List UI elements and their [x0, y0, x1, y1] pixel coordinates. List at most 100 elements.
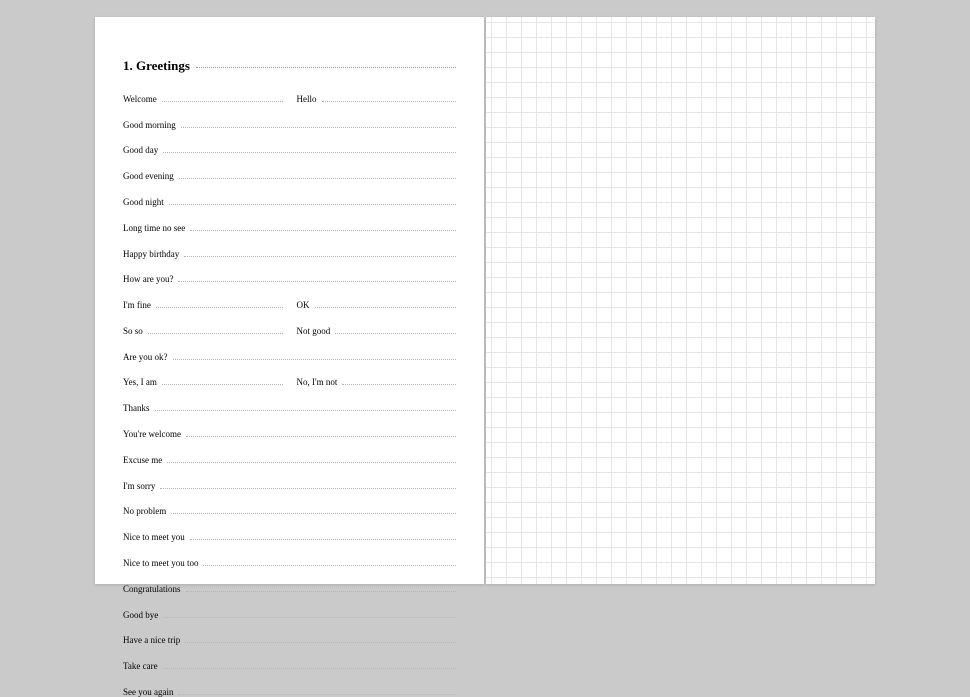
vocab-row: Good night — [123, 191, 456, 207]
vocab-row: Good bye — [123, 603, 456, 619]
fill-dots — [322, 88, 457, 102]
vocab-term: Happy birthday — [123, 249, 179, 259]
vocab-cell: Good evening — [123, 165, 456, 181]
vocab-term: How are you? — [123, 274, 173, 284]
vocab-term: No, I'm not — [297, 377, 338, 387]
vocab-cell: Happy birthday — [123, 242, 456, 258]
fill-dots — [163, 655, 456, 669]
vocab-cell: So so — [123, 320, 283, 336]
vocab-row: Happy birthday — [123, 242, 456, 258]
vocab-cell: I'm fine — [123, 294, 283, 310]
vocab-cell: Thanks — [123, 397, 456, 413]
vocab-cell: You're welcome — [123, 423, 456, 439]
fill-dots — [315, 294, 457, 308]
vocab-row: Thanks — [123, 397, 456, 413]
fill-dots — [169, 191, 456, 205]
vocab-term: Nice to meet you too — [123, 558, 198, 568]
left-page: 1. Greetings Welcome Hello Good morning Goo… — [95, 17, 484, 584]
vocab-cell: Have a nice trip — [123, 629, 456, 645]
vocab-term: Good day — [123, 145, 158, 155]
fill-dots — [178, 680, 456, 694]
vocab-term: So so — [123, 326, 143, 336]
vocab-term: Are you ok? — [123, 352, 168, 362]
fill-dots — [186, 423, 456, 437]
vocab-term: Good night — [123, 197, 164, 207]
right-page-grid — [486, 17, 875, 584]
vocab-cell: Yes, I am — [123, 371, 283, 387]
vocab-term: See you again — [123, 687, 173, 697]
vocab-row: Nice to meet you too — [123, 552, 456, 568]
vocab-cell: Take care — [123, 655, 456, 671]
vocab-rows: Welcome Hello Good morning Good day Good eve… — [123, 88, 456, 697]
section-heading: 1. Greetings — [123, 57, 456, 74]
fill-dots — [160, 474, 456, 488]
vocab-row: So so Not good — [123, 320, 456, 336]
fill-dots — [163, 603, 456, 617]
vocab-term: Excuse me — [123, 455, 162, 465]
vocab-row: How are you? — [123, 268, 456, 284]
fill-dots — [155, 397, 457, 411]
vocab-row: Have a nice trip — [123, 629, 456, 645]
vocab-term: I'm fine — [123, 300, 151, 310]
fill-dots — [167, 448, 456, 462]
vocab-cell: Are you ok? — [123, 345, 456, 361]
vocab-term: Good bye — [123, 610, 158, 620]
fill-dots — [181, 113, 456, 127]
vocab-term: Long time no see — [123, 223, 185, 233]
fill-dots — [162, 88, 283, 102]
vocab-term: Yes, I am — [123, 377, 157, 387]
vocab-term: Nice to meet you — [123, 532, 185, 542]
heading-dots — [196, 55, 456, 68]
vocab-term: No problem — [123, 506, 166, 516]
vocab-row: See you again — [123, 680, 456, 696]
fill-dots — [162, 371, 283, 385]
vocab-term: You're welcome — [123, 429, 181, 439]
fill-dots — [185, 629, 456, 643]
vocab-row: Good evening — [123, 165, 456, 181]
fill-dots — [148, 320, 283, 334]
vocab-cell: How are you? — [123, 268, 456, 284]
vocab-row: Good day — [123, 139, 456, 155]
vocab-cell: Good night — [123, 191, 456, 207]
vocab-cell: Good morning — [123, 113, 456, 129]
vocab-term: Have a nice trip — [123, 635, 180, 645]
fill-dots — [190, 216, 456, 230]
vocab-term: OK — [297, 300, 310, 310]
fill-dots — [156, 294, 283, 308]
vocab-row: Good morning — [123, 113, 456, 129]
fill-dots — [179, 165, 456, 179]
vocab-term: Take care — [123, 661, 158, 671]
vocab-term: Good evening — [123, 171, 174, 181]
vocab-term: Congratulations — [123, 584, 181, 594]
vocab-cell: I'm sorry — [123, 474, 456, 490]
fill-dots — [171, 500, 456, 514]
fill-dots — [203, 552, 456, 566]
vocab-row: Welcome Hello — [123, 88, 456, 104]
fill-dots — [342, 371, 456, 385]
vocab-cell: Congratulations — [123, 577, 456, 593]
vocab-cell: No, I'm not — [297, 371, 457, 387]
vocab-term: I'm sorry — [123, 481, 155, 491]
fill-dots — [335, 320, 456, 334]
fill-dots — [186, 577, 457, 591]
vocab-row: Take care — [123, 655, 456, 671]
vocab-row: Are you ok? — [123, 345, 456, 361]
fill-dots — [163, 139, 456, 153]
vocab-cell: Not good — [297, 320, 457, 336]
vocab-term: Thanks — [123, 403, 150, 413]
vocab-cell: No problem — [123, 500, 456, 516]
vocab-cell: Good day — [123, 139, 456, 155]
vocab-term: Hello — [297, 94, 317, 104]
vocab-row: I'm fine OK — [123, 294, 456, 310]
fill-dots — [178, 268, 456, 282]
page-spread: 1. Greetings Welcome Hello Good morning Goo… — [95, 17, 875, 584]
fill-dots — [184, 242, 456, 256]
vocab-row: No problem — [123, 500, 456, 516]
vocab-term: Welcome — [123, 94, 157, 104]
vocab-cell: Long time no see — [123, 216, 456, 232]
vocab-cell: Good bye — [123, 603, 456, 619]
vocab-cell: See you again — [123, 680, 456, 696]
vocab-cell: OK — [297, 294, 457, 310]
vocab-row: Long time no see — [123, 216, 456, 232]
fill-dots — [173, 345, 457, 359]
